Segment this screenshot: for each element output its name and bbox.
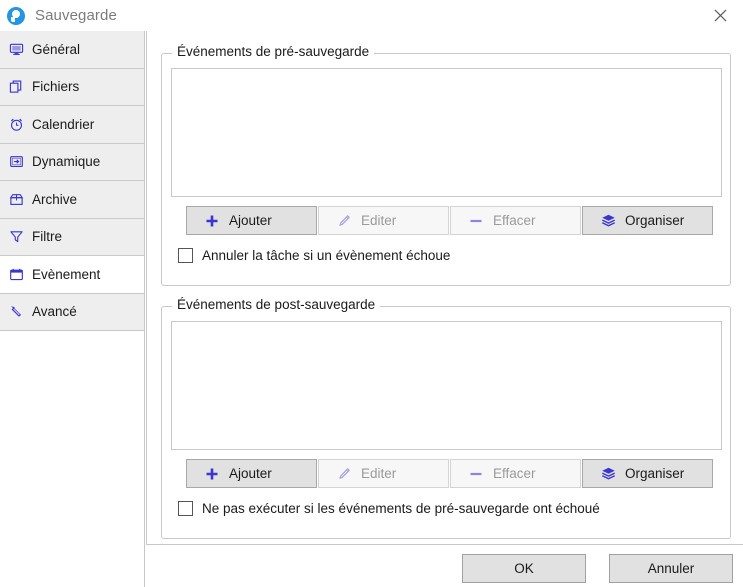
button-label: Editer bbox=[361, 466, 397, 481]
sidebar-item-label: Filtre bbox=[32, 229, 62, 245]
delete-button[interactable]: Effacer bbox=[450, 206, 581, 235]
edit-button[interactable]: Editer bbox=[318, 206, 449, 235]
button-label: Organiser bbox=[625, 466, 685, 481]
content-panel: Événements de pré-sauvegarde Ajouter Edi… bbox=[146, 31, 743, 545]
pencil-icon bbox=[335, 465, 353, 483]
plus-icon bbox=[203, 465, 221, 483]
ok-button[interactable]: OK bbox=[462, 554, 586, 583]
sidebar-item-evenement[interactable]: Evènement bbox=[0, 256, 144, 294]
checkbox-label: Ne pas exécuter si les événements de pré… bbox=[202, 501, 600, 516]
plus-icon bbox=[203, 212, 221, 230]
files-icon bbox=[8, 78, 25, 95]
alarm-clock-icon bbox=[8, 116, 25, 133]
sidebar-item-label: Archive bbox=[32, 191, 78, 207]
arrow-box-icon bbox=[8, 153, 25, 170]
sidebar-item-avance[interactable]: Avancé bbox=[0, 293, 144, 331]
sidebar-item-calendrier[interactable]: Calendrier bbox=[0, 106, 144, 144]
monitor-icon bbox=[8, 41, 25, 58]
button-label: Effacer bbox=[493, 213, 536, 228]
add-button[interactable]: Ajouter bbox=[186, 206, 317, 235]
sidebar-item-label: Dynamique bbox=[32, 154, 101, 170]
sidebar-item-label: Fichiers bbox=[32, 79, 80, 95]
settings-panel: Événements de pré-sauvegarde Ajouter Edi… bbox=[146, 31, 743, 545]
checkbox-label: Annuler la tâche si un évènement échoue bbox=[202, 248, 451, 263]
organize-button[interactable]: Organiser bbox=[582, 459, 713, 488]
sidebar: Général Fichiers Calendrier Dynamique Ar… bbox=[0, 31, 145, 587]
pre-backup-events-list[interactable] bbox=[171, 68, 722, 197]
add-button[interactable]: Ajouter bbox=[186, 459, 317, 488]
sidebar-item-label: Calendrier bbox=[32, 116, 95, 132]
pre-backup-button-row: Ajouter Editer Effacer Organiser bbox=[186, 206, 714, 235]
cancel-task-on-event-failure-checkbox[interactable]: Annuler la tâche si un évènement échoue bbox=[178, 248, 450, 263]
archive-box-icon bbox=[8, 191, 25, 208]
button-label: Editer bbox=[361, 213, 397, 228]
button-label: Organiser bbox=[625, 213, 685, 228]
button-label: Ajouter bbox=[229, 213, 272, 228]
skip-if-pre-backup-failed-checkbox[interactable]: Ne pas exécuter si les événements de pré… bbox=[178, 501, 600, 516]
title-bar: Sauvegarde bbox=[0, 0, 743, 31]
sidebar-item-label: Avancé bbox=[32, 304, 77, 320]
calendar-icon bbox=[8, 266, 25, 283]
checkbox-box[interactable] bbox=[178, 248, 193, 263]
layers-icon bbox=[599, 212, 617, 230]
sidebar-item-archive[interactable]: Archive bbox=[0, 181, 144, 219]
sidebar-item-fichiers[interactable]: Fichiers bbox=[0, 68, 144, 106]
group-pre-backup-events: Événements de pré-sauvegarde Ajouter Edi… bbox=[161, 44, 731, 286]
group-title: Événements de pré-sauvegarde bbox=[172, 44, 375, 59]
organize-button[interactable]: Organiser bbox=[582, 206, 713, 235]
minus-icon bbox=[467, 212, 485, 230]
sidebar-item-label: Général bbox=[32, 41, 81, 57]
sidebar-item-label: Evènement bbox=[32, 266, 101, 282]
backup-disc-icon bbox=[7, 6, 25, 25]
sidebar-item-filtre[interactable]: Filtre bbox=[0, 218, 144, 256]
sidebar-item-dynamique[interactable]: Dynamique bbox=[0, 143, 144, 181]
post-backup-events-list[interactable] bbox=[171, 321, 722, 450]
group-title: Événements de post-sauvegarde bbox=[172, 297, 381, 312]
edit-button[interactable]: Editer bbox=[318, 459, 449, 488]
cancel-button[interactable]: Annuler bbox=[609, 554, 733, 583]
layers-icon bbox=[599, 465, 617, 483]
checkbox-box[interactable] bbox=[178, 501, 193, 516]
button-label: Ajouter bbox=[229, 466, 272, 481]
wrench-icon bbox=[8, 303, 25, 320]
pencil-icon bbox=[335, 212, 353, 230]
dialog-footer: OK Annuler bbox=[146, 545, 743, 587]
window-title: Sauvegarde bbox=[35, 7, 117, 24]
post-backup-button-row: Ajouter Editer Effacer Organiser bbox=[186, 459, 714, 488]
sidebar-empty-space bbox=[0, 331, 144, 587]
delete-button[interactable]: Effacer bbox=[450, 459, 581, 488]
minus-icon bbox=[467, 465, 485, 483]
funnel-icon bbox=[8, 228, 25, 245]
button-label: Effacer bbox=[493, 466, 536, 481]
sidebar-item-general[interactable]: Général bbox=[0, 31, 144, 69]
group-post-backup-events: Événements de post-sauvegarde Ajouter Ed… bbox=[161, 297, 731, 539]
close-icon[interactable] bbox=[697, 0, 743, 31]
